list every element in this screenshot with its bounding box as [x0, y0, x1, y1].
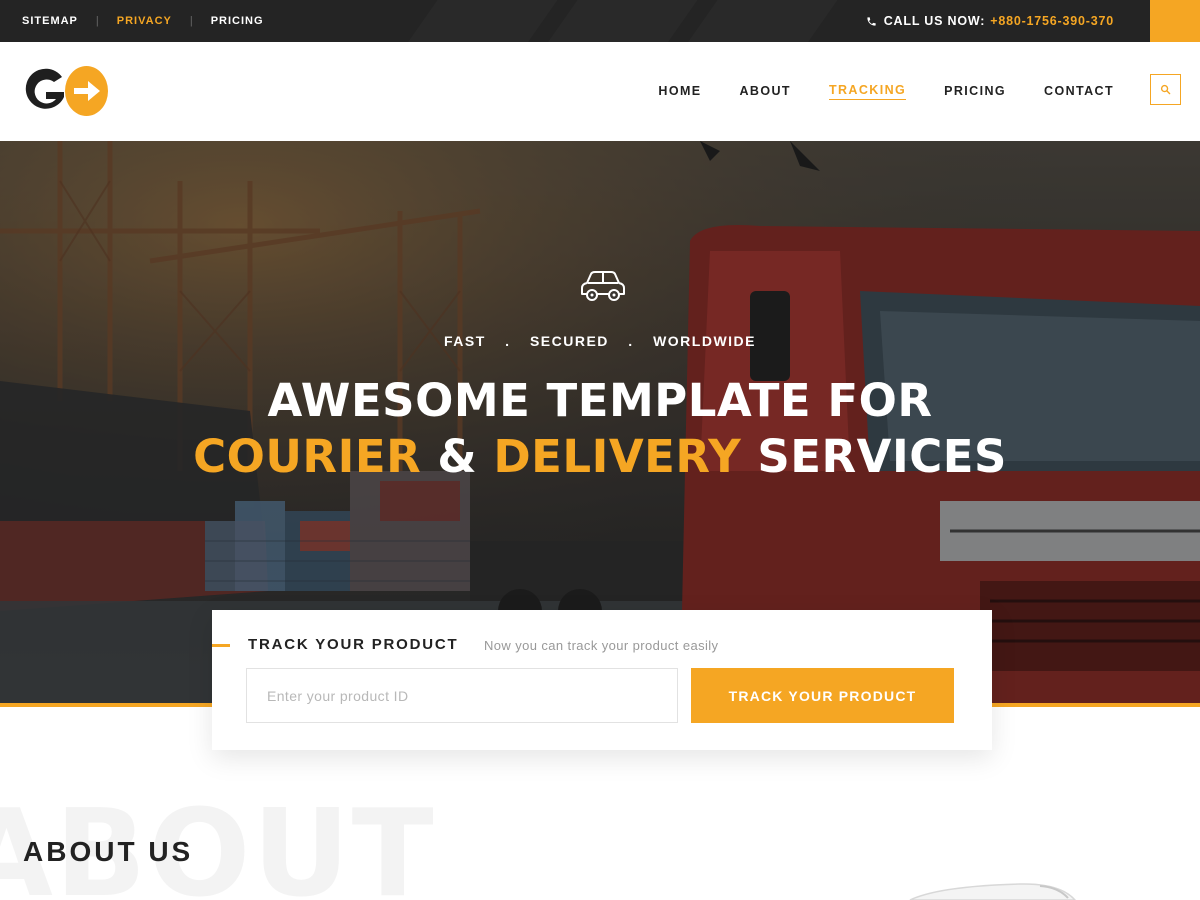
- headline-ampersand: &: [437, 430, 478, 483]
- car-icon: [581, 271, 625, 301]
- search-icon: [1160, 84, 1171, 95]
- call-us-label: CALL US NOW:: [883, 14, 986, 28]
- nav-home[interactable]: HOME: [658, 84, 701, 100]
- top-link-pricing[interactable]: PRICING: [211, 15, 264, 27]
- search-button[interactable]: [1150, 74, 1181, 105]
- tagline-worldwide: WORLDWIDE: [653, 333, 757, 349]
- site-header: HOME ABOUT TRACKING PRICING CONTACT: [0, 42, 1200, 141]
- top-bar: SITEMAP | PRIVACY | PRICING CALL US NOW:…: [0, 0, 1200, 42]
- van-image: [909, 883, 1077, 900]
- phone-icon: [867, 16, 876, 26]
- top-link-separator: |: [95, 15, 99, 27]
- top-link-privacy[interactable]: PRIVACY: [117, 15, 172, 27]
- call-us: CALL US NOW: +880-1756-390-370: [866, 0, 1114, 42]
- tagline-separator: .: [628, 333, 634, 349]
- track-product-button[interactable]: TRACK YOUR PRODUCT: [691, 668, 954, 723]
- about-title: ABOUT US: [23, 836, 194, 867]
- main-nav: HOME ABOUT TRACKING PRICING CONTACT: [620, 42, 1114, 141]
- nav-pricing[interactable]: PRICING: [944, 84, 1006, 100]
- tracking-title-accent: [212, 644, 230, 647]
- top-links: SITEMAP | PRIVACY | PRICING: [22, 0, 264, 42]
- tagline-fast: FAST: [443, 333, 486, 349]
- nav-about[interactable]: ABOUT: [740, 84, 791, 100]
- tracking-card: TRACK YOUR PRODUCT Now you can track you…: [212, 610, 992, 750]
- nav-contact[interactable]: CONTACT: [1044, 84, 1114, 100]
- tracking-title: TRACK YOUR PRODUCT: [248, 636, 459, 653]
- headline-courier: COURIER: [193, 430, 422, 483]
- phone-number-link[interactable]: +880-1756-390-370: [990, 14, 1114, 28]
- headline-services: SERVICES: [757, 430, 1007, 483]
- headline-delivery: DELIVERY: [493, 430, 742, 483]
- hero-tagline: FAST . SECURED . WORLDWIDE: [0, 333, 1200, 349]
- top-link-sitemap[interactable]: SITEMAP: [22, 15, 78, 27]
- go-logo[interactable]: [22, 64, 108, 118]
- tagline-separator: .: [505, 333, 511, 349]
- product-id-input[interactable]: [246, 668, 678, 723]
- top-bar-cta-button[interactable]: [1150, 0, 1200, 42]
- headline-line1: AWESOME TEMPLATE FOR: [267, 374, 933, 427]
- nav-tracking[interactable]: TRACKING: [828, 83, 907, 100]
- tracking-subtitle: Now you can track your product easily: [484, 638, 719, 653]
- tagline-secured: SECURED: [529, 333, 609, 349]
- top-link-separator: |: [189, 15, 193, 27]
- hero-headline: AWESOME TEMPLATE FOR COURIER & DELIVERY …: [0, 373, 1200, 485]
